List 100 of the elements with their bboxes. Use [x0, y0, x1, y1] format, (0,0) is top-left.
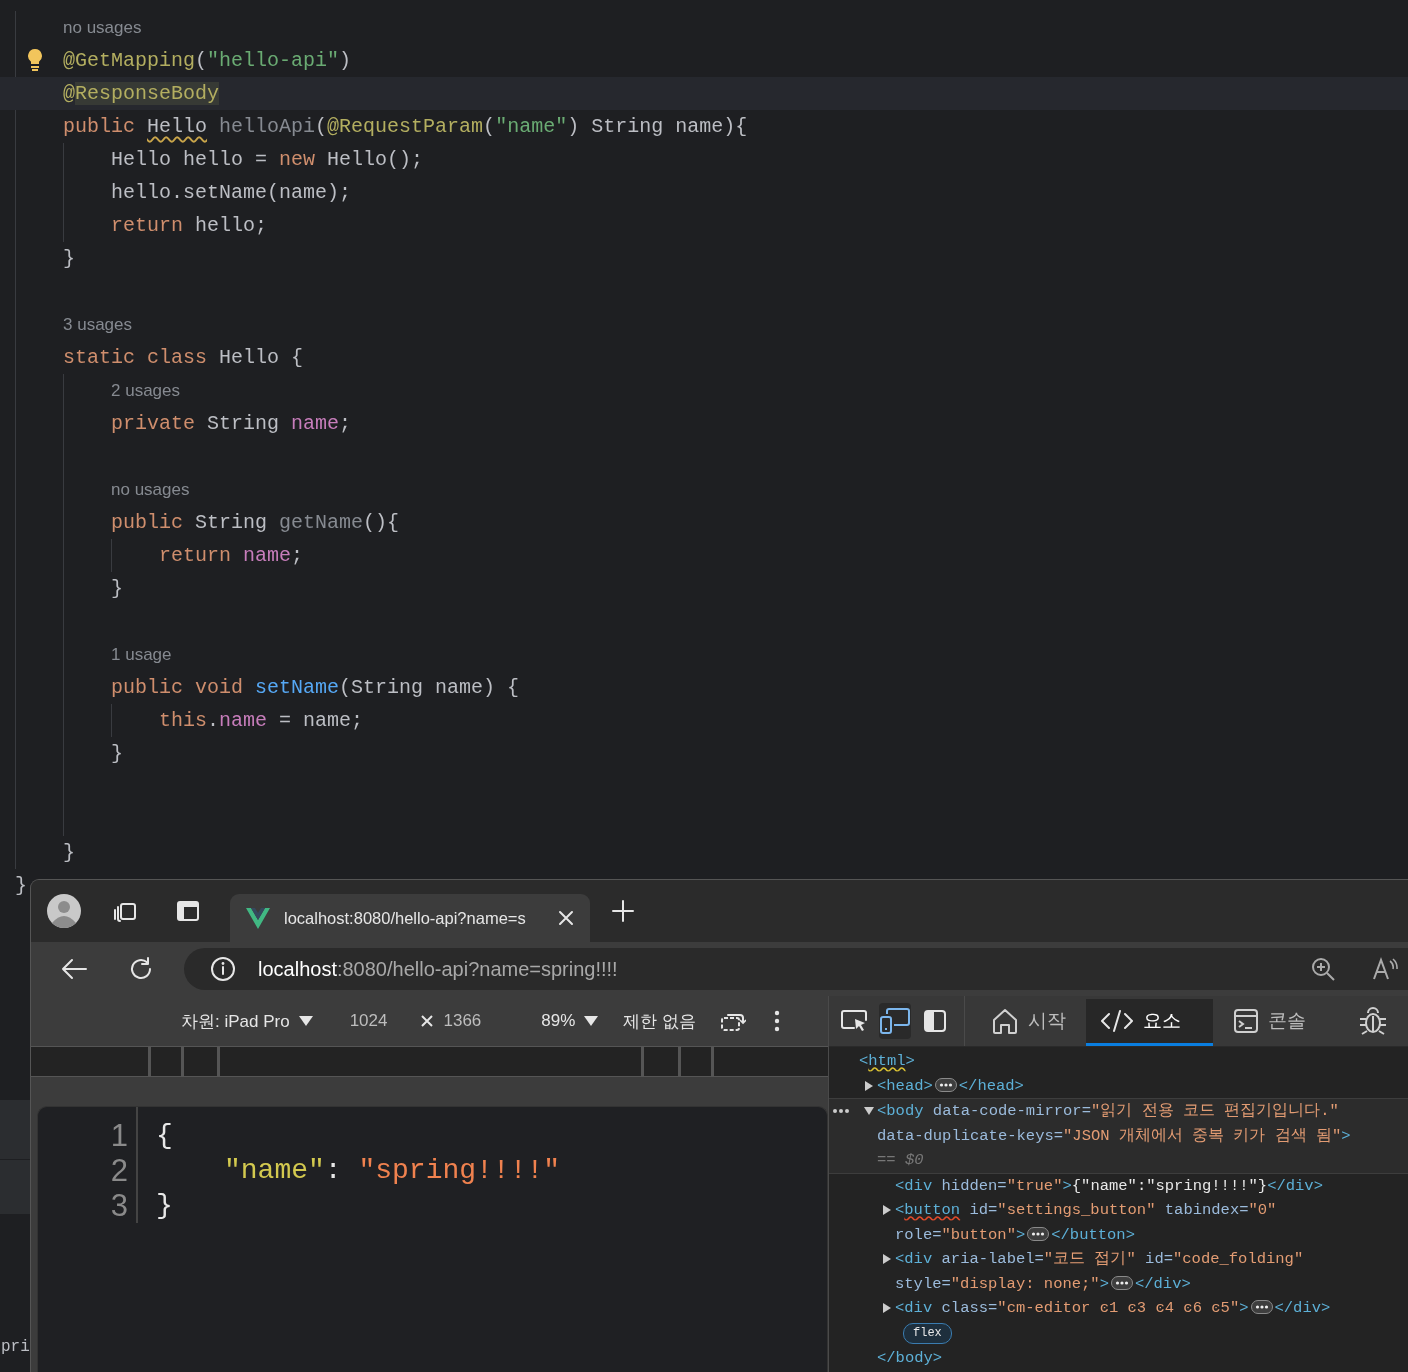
tag-name[interactable]: <html> — [859, 1052, 915, 1070]
usage-hint[interactable]: 3 usages — [63, 315, 132, 334]
tag-name[interactable]: </body> — [877, 1348, 943, 1367]
dropdown-caret-icon[interactable] — [297, 1015, 314, 1027]
devtools-tab[interactable]: 요소 — [1086, 999, 1213, 1046]
tag-name[interactable]: </div> — [1267, 1176, 1323, 1195]
back-icon[interactable] — [60, 958, 88, 980]
disclosure-triangle-icon[interactable] — [864, 1080, 874, 1091]
code-line: this.name = name; — [159, 709, 364, 732]
tag-name[interactable]: <div — [895, 1176, 933, 1195]
ellipsis-icon[interactable] — [1027, 1226, 1050, 1241]
console-icon — [1233, 1008, 1259, 1034]
code-line: public String getName(){ — [111, 511, 400, 534]
line-number: 3 — [109, 1188, 128, 1223]
new-tab-icon[interactable] — [612, 900, 634, 922]
usage-hint[interactable]: 1 usage — [111, 645, 172, 664]
devtools-tab[interactable]: 콘솔 — [1219, 999, 1320, 1046]
info-icon[interactable] — [210, 956, 236, 982]
disclosure-triangle-icon[interactable] — [882, 1303, 892, 1313]
lightbulb-icon[interactable] — [27, 48, 43, 72]
usage-hint[interactable]: no usages — [111, 480, 190, 499]
more-icon[interactable] — [832, 1108, 850, 1114]
code-line: hello.setName(name); — [111, 181, 352, 204]
attribute[interactable]: id="code_folding" — [1145, 1250, 1304, 1268]
code-line: Hello hello = new Hello(); — [111, 148, 424, 171]
reload-icon[interactable] — [128, 956, 154, 982]
throttle-dropdown[interactable]: 제한 없음 — [623, 1009, 697, 1033]
device-emulation-icon — [878, 1007, 911, 1035]
node-reference: == $0 — [877, 1151, 924, 1169]
read-aloud-icon[interactable] — [1372, 957, 1398, 981]
devtools-tab[interactable]: 시작 — [977, 999, 1080, 1046]
code-line: @ResponseBody — [63, 82, 220, 105]
json-line: } — [156, 1190, 173, 1221]
attribute[interactable]: aria-label="코드 접기" — [941, 1250, 1136, 1268]
height-field[interactable]: 1366 — [443, 1011, 482, 1031]
bug-icon — [1358, 1007, 1388, 1035]
address-bar[interactable]: localhost:8080/hello-api?name=spring!!!! — [184, 948, 1408, 990]
text-node[interactable]: {"name":"spring!!!!"} — [1071, 1176, 1268, 1195]
tag-name[interactable]: <div — [895, 1250, 933, 1268]
tag-name[interactable]: </div> — [1134, 1274, 1191, 1293]
tag-name[interactable]: </button> — [1051, 1225, 1135, 1244]
disclosure-triangle-icon[interactable] — [864, 1106, 874, 1116]
tag-name[interactable]: <button — [895, 1201, 961, 1219]
attribute[interactable]: hidden="true"> — [941, 1176, 1072, 1195]
zoom-dropdown[interactable]: 89% — [541, 1011, 576, 1031]
tag-name[interactable]: <head> — [877, 1076, 933, 1095]
ellipsis-icon[interactable] — [934, 1077, 957, 1092]
attribute[interactable]: class="cm-editor ͼ1 ͼ3 ͼ4 ͼ6 ͼ5"> — [941, 1299, 1249, 1317]
device-button[interactable] — [878, 1003, 911, 1039]
zoom-in-icon[interactable] — [1310, 956, 1336, 982]
json-line: { — [156, 1120, 173, 1151]
code-line: } — [63, 247, 75, 270]
tab-title: localhost:8080/hello-api?name=s — [284, 908, 527, 928]
code-line: static class Hello { — [63, 346, 304, 369]
usage-hint[interactable]: no usages — [63, 18, 142, 37]
code-line: } — [63, 841, 75, 864]
code-line: } — [111, 742, 123, 765]
attribute[interactable]: id="settings_button" — [969, 1201, 1156, 1219]
disclosure-triangle-icon[interactable] — [882, 1254, 892, 1264]
code-line: public void setName(String name) { — [111, 676, 520, 699]
code-line: private String name; — [111, 412, 352, 435]
url-text: localhost:8080/hello-api?name=spring!!!! — [258, 957, 619, 981]
selected-node-row[interactable]: <body data-code-mirror="읽기 전용 코드 편집기입니다." data-duplicate-keys="JSON 개체에서 중복 키가 검색 됨"> == $0 — [829, 1098, 1408, 1174]
tool-window-header — [0, 1100, 30, 1160]
inspect-icon — [839, 1008, 868, 1034]
code-line: pri — [1, 1338, 30, 1356]
layout-badge[interactable]: flex — [903, 1322, 952, 1344]
code-line: } — [15, 874, 27, 897]
width-field[interactable]: 1024 — [349, 1011, 388, 1031]
more-options-icon[interactable] — [774, 1010, 781, 1032]
code-icon — [1100, 1008, 1134, 1034]
attribute[interactable]: data-duplicate-keys="JSON 개체에서 중복 키가 검색 됨"> — [877, 1126, 1351, 1145]
profile-avatar[interactable] — [47, 894, 81, 928]
close-icon[interactable] — [558, 910, 574, 926]
code-line: @GetMapping("hello-api") — [63, 49, 352, 72]
dock-side-icon — [923, 1009, 948, 1033]
home-icon — [991, 1007, 1019, 1035]
attribute[interactable]: tabindex="0" — [1164, 1201, 1277, 1219]
ellipsis-icon[interactable] — [1250, 1300, 1273, 1314]
site-logo-icon — [246, 907, 270, 929]
usage-hint[interactable]: 2 usages — [111, 381, 180, 400]
tag-name[interactable]: </head> — [958, 1076, 1024, 1095]
tag-name[interactable]: <body — [877, 1102, 924, 1120]
attribute[interactable]: data-code-mirror="읽기 전용 코드 편집기입니다." — [932, 1102, 1339, 1120]
tag-name[interactable]: <div — [895, 1299, 933, 1317]
code-line: return name; — [159, 544, 304, 567]
attribute[interactable]: style="display: none;"> — [895, 1274, 1109, 1293]
ellipsis-icon[interactable] — [1110, 1275, 1133, 1290]
dropdown-caret-icon[interactable] — [583, 1015, 600, 1027]
code-line: return hello; — [111, 214, 268, 237]
browser-tab[interactable]: localhost:8080/hello-api?name=s — [230, 894, 590, 942]
tag-name[interactable]: </div> — [1274, 1299, 1331, 1317]
device-dropdown[interactable]: 차원: iPad Pro — [181, 1009, 290, 1033]
tool-window-bar — [0, 1160, 30, 1214]
code-line: } — [111, 577, 123, 600]
disclosure-triangle-icon[interactable] — [882, 1205, 892, 1215]
sidebar-icon[interactable] — [176, 900, 200, 922]
attribute[interactable]: role="button"> — [895, 1225, 1026, 1244]
line-number: 1 — [109, 1118, 128, 1153]
times-icon — [421, 1015, 434, 1027]
